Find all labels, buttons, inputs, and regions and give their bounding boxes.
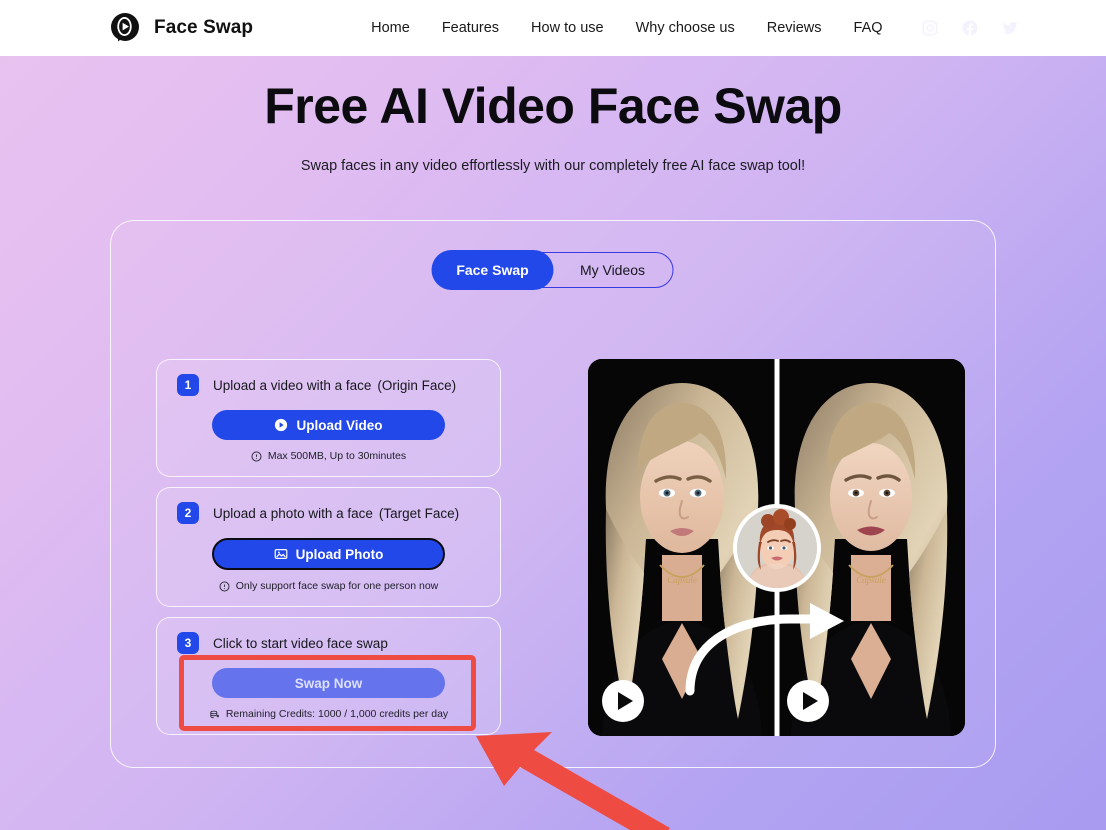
play-button-result[interactable] xyxy=(787,680,829,722)
step-card-2: 2 Upload a photo with a face (Target Face… xyxy=(156,487,501,607)
tab-switcher: Face Swap My Videos xyxy=(432,251,674,289)
swap-now-button[interactable]: Swap Now xyxy=(212,668,445,698)
social-links xyxy=(921,19,1019,37)
tab-my-videos[interactable]: My Videos xyxy=(553,253,673,287)
video-preview[interactable]: Capsule Capsule xyxy=(588,359,965,736)
play-icon xyxy=(618,692,633,710)
step-card-1: 1 Upload a video with a face (Origin Face… xyxy=(156,359,501,477)
info-icon xyxy=(219,581,230,592)
remaining-credits-text: Remaining Credits: 1000 / 1,000 credits … xyxy=(225,708,449,720)
face-swap-logo-icon xyxy=(108,11,142,45)
step-1-hint-text: Max 500MB, Up to 30minutes xyxy=(267,450,407,462)
main-nav: Home Features How to use Why choose us R… xyxy=(371,20,882,36)
step-3-title-text: Click to start video face swap xyxy=(213,635,388,651)
svg-text:Capsule: Capsule xyxy=(856,575,886,585)
step-3-title: Click to start video face swap xyxy=(213,636,388,651)
step-1-header: 1 Upload a video with a face (Origin Face… xyxy=(177,374,480,396)
tool-panel: Face Swap My Videos 1 Upload a video wit… xyxy=(110,220,996,768)
step-1-title: Upload a video with a face (Origin Face) xyxy=(213,378,456,393)
play-button-origin[interactable] xyxy=(602,680,644,722)
brand-logo-link[interactable]: Face Swap xyxy=(108,11,253,45)
facebook-icon[interactable] xyxy=(961,19,979,37)
upload-photo-button-label: Upload Photo xyxy=(295,546,384,562)
step-number-badge-3: 3 xyxy=(177,632,199,654)
nav-item-faq[interactable]: FAQ xyxy=(854,20,883,36)
step-3-header: 3 Click to start video face swap xyxy=(177,632,480,654)
brand-name: Face Swap xyxy=(154,17,254,38)
step-2-title-text: Upload a photo with a face xyxy=(213,505,373,521)
site-header: Face Swap Home Features How to use Why c… xyxy=(0,0,1106,56)
page-title: Free AI Video Face Swap xyxy=(264,78,842,134)
nav-item-why-choose-us[interactable]: Why choose us xyxy=(636,20,735,36)
steps-column: 1 Upload a video with a face (Origin Face… xyxy=(156,359,501,745)
upload-video-button[interactable]: Upload Video xyxy=(212,410,445,440)
step-2-header: 2 Upload a photo with a face (Target Face… xyxy=(177,502,480,524)
step-number-badge-1: 1 xyxy=(177,374,199,396)
upload-photo-button[interactable]: Upload Photo xyxy=(212,538,445,570)
step-2-title: Upload a photo with a face (Target Face) xyxy=(213,506,459,521)
svg-text:Capsule: Capsule xyxy=(667,575,697,585)
hero-section: Free AI Video Face Swap Swap faces in an… xyxy=(0,56,1106,174)
swap-now-button-label: Swap Now xyxy=(294,675,363,691)
play-circle-icon xyxy=(274,418,288,432)
step-card-3: 3 Click to start video face swap Swap No… xyxy=(156,617,501,735)
info-icon xyxy=(251,451,262,462)
step-2-title-paren: (Target Face) xyxy=(378,505,460,521)
step-number-badge-2: 2 xyxy=(177,502,199,524)
upload-video-button-label: Upload Video xyxy=(296,417,383,433)
nav-item-reviews[interactable]: Reviews xyxy=(767,20,822,36)
step-1-title-paren: (Origin Face) xyxy=(377,377,457,393)
page-subtitle: Swap faces in any video effortlessly wit… xyxy=(300,157,806,174)
step-2-hint: Only support face swap for one person no… xyxy=(177,580,480,592)
step-1-hint: Max 500MB, Up to 30minutes xyxy=(177,450,480,462)
tab-face-swap[interactable]: Face Swap xyxy=(432,251,553,289)
image-icon xyxy=(274,547,288,561)
step-2-hint-text: Only support face swap for one person no… xyxy=(235,580,439,592)
credits-icon xyxy=(209,709,220,720)
play-icon xyxy=(803,692,818,710)
instagram-icon[interactable] xyxy=(921,19,939,37)
nav-item-home[interactable]: Home xyxy=(371,20,410,36)
nav-item-features[interactable]: Features xyxy=(442,20,499,36)
twitter-icon[interactable] xyxy=(1001,19,1019,37)
nav-item-how-to-use[interactable]: How to use xyxy=(531,20,604,36)
step-1-title-text: Upload a video with a face xyxy=(213,377,372,393)
target-face-thumbnail xyxy=(732,503,821,592)
remaining-credits: Remaining Credits: 1000 / 1,000 credits … xyxy=(177,708,480,720)
